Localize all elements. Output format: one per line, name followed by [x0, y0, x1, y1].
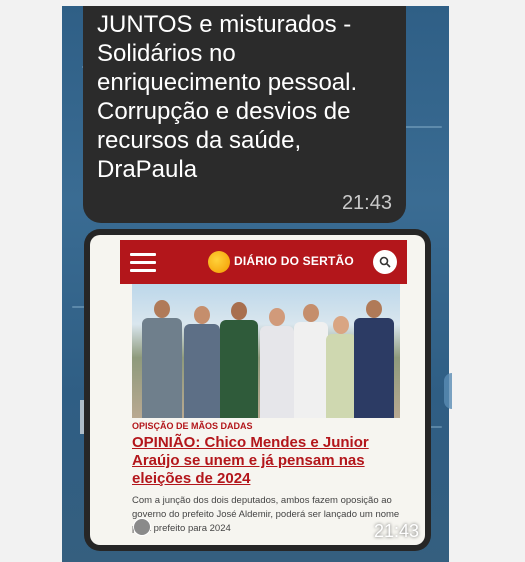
article-headline: OPINIÃO: Chico Mendes e Junior Araújo se…	[132, 434, 369, 487]
site-header: DIÁRIO DO SERTÃO	[120, 240, 407, 284]
article-preview: OPISÇÃO DE MÃOS DADAS OPINIÃO: Chico Men…	[132, 421, 400, 536]
message-timestamp: 21:43	[341, 192, 392, 214]
avatar-icon	[133, 518, 151, 536]
text-message-bubble[interactable]: JUNTOS e misturados - Solidários no enri…	[83, 6, 406, 223]
swipe-handle-right[interactable]	[444, 373, 452, 409]
diario-logo-icon	[208, 251, 230, 273]
search-icon	[373, 250, 397, 274]
article-photo	[132, 284, 400, 418]
image-timestamp: 21:43	[373, 521, 419, 541]
shared-screenshot: DIÁRIO DO SERTÃO OPISÇÃO DE MÃOS DADAS O…	[90, 235, 425, 545]
article-summary: Com a junção dos dois deputados, ambos f…	[132, 495, 400, 534]
site-name: DIÁRIO DO SERTÃO	[234, 254, 354, 268]
article-category: OPISÇÃO DE MÃOS DADAS	[132, 421, 253, 431]
image-message-bubble[interactable]: DIÁRIO DO SERTÃO OPISÇÃO DE MÃOS DADAS O…	[84, 229, 431, 551]
message-text: JUNTOS e misturados - Solidários no enri…	[97, 11, 358, 183]
hamburger-menu-icon	[130, 253, 156, 272]
